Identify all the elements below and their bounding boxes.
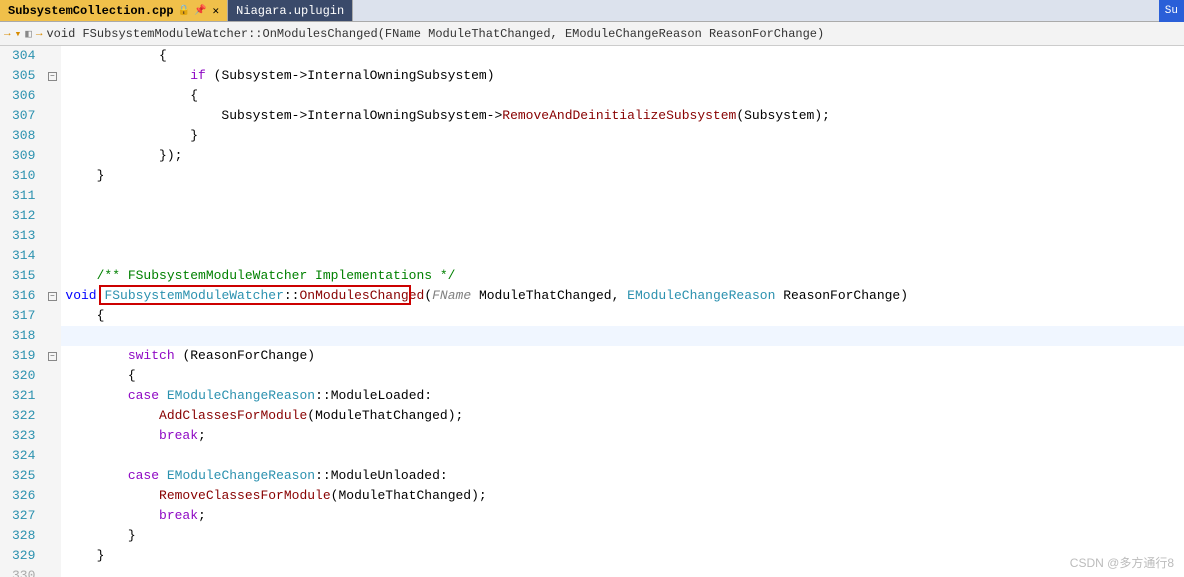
line-number: 309 — [12, 146, 35, 166]
line-number: 305 — [12, 66, 35, 86]
line-number: 311 — [12, 186, 35, 206]
line-number: 330 — [12, 566, 35, 577]
line-number: 312 — [12, 206, 35, 226]
code-line: } — [61, 166, 1184, 186]
code-area[interactable]: { if (Subsystem->InternalOwningSubsystem… — [61, 46, 1184, 577]
watermark: CSDN @多方通行8 — [1070, 554, 1174, 571]
tab-active[interactable]: SubsystemCollection.cpp 🔒 📌 ✕ — [0, 0, 228, 21]
breadcrumb[interactable]: void FSubsystemModuleWatcher::OnModulesC… — [46, 27, 824, 41]
line-number: 321 — [12, 386, 35, 406]
nav-dropdown-icon[interactable]: ▾ — [15, 27, 22, 41]
line-number: 319 — [12, 346, 35, 366]
line-number: 313 — [12, 226, 35, 246]
line-number: 322 — [12, 406, 35, 426]
fold-gutter: − − − — [43, 46, 61, 577]
code-line: switch (ReasonForChange) — [61, 346, 1184, 366]
line-number: 329 — [12, 546, 35, 566]
code-line: void FSubsystemModuleWatcher::OnModulesC… — [61, 286, 1184, 306]
code-line: { — [61, 86, 1184, 106]
tab-bar: SubsystemCollection.cpp 🔒 📌 ✕ Niagara.up… — [0, 0, 1184, 22]
code-line: { — [61, 306, 1184, 326]
fold-toggle[interactable]: − — [48, 292, 57, 301]
code-editor[interactable]: 304 305 306 307 308 309 310 311 312 313 … — [0, 46, 1184, 577]
code-line: case EModuleChangeReason::ModuleUnloaded… — [61, 466, 1184, 486]
line-number: 320 — [12, 366, 35, 386]
code-line: { — [61, 46, 1184, 66]
tab-label: SubsystemCollection.cpp — [8, 4, 174, 18]
line-number: 315 — [12, 266, 35, 286]
nav-back-icon[interactable]: → — [4, 28, 11, 40]
line-number: 326 — [12, 486, 35, 506]
code-line — [61, 246, 1184, 266]
code-line: /** FSubsystemModuleWatcher Implementati… — [61, 266, 1184, 286]
line-number: 304 — [12, 46, 35, 66]
line-number: 307 — [12, 106, 35, 126]
code-line: } — [61, 546, 1184, 566]
code-line: } — [61, 526, 1184, 546]
line-number: 328 — [12, 526, 35, 546]
line-number: 317 — [12, 306, 35, 326]
line-number: 327 — [12, 506, 35, 526]
pin-icon[interactable]: 📌 — [194, 5, 206, 17]
code-line-current — [61, 326, 1184, 346]
code-line: AddClassesForModule(ModuleThatChanged); — [61, 406, 1184, 426]
tab-inactive[interactable]: Niagara.uplugin — [228, 0, 353, 21]
line-number: 314 — [12, 246, 35, 266]
line-number: 324 — [12, 446, 35, 466]
fold-toggle[interactable]: − — [48, 72, 57, 81]
line-number: 306 — [12, 86, 35, 106]
code-line: break; — [61, 426, 1184, 446]
line-number: 318 — [12, 326, 35, 346]
line-number-gutter: 304 305 306 307 308 309 310 311 312 313 … — [0, 46, 43, 577]
line-number: 308 — [12, 126, 35, 146]
code-line: Subsystem->InternalOwningSubsystem->Remo… — [61, 106, 1184, 126]
code-line: } — [61, 126, 1184, 146]
code-line — [61, 206, 1184, 226]
code-line: break; — [61, 506, 1184, 526]
line-number: 325 — [12, 466, 35, 486]
tab-label: Niagara.uplugin — [236, 4, 344, 18]
code-line: case EModuleChangeReason::ModuleLoaded: — [61, 386, 1184, 406]
line-number: 316 — [12, 286, 35, 306]
code-line: { — [61, 366, 1184, 386]
lock-icon: 🔒 — [178, 5, 190, 17]
fold-toggle[interactable]: − — [48, 352, 57, 361]
close-icon[interactable]: ✕ — [213, 4, 220, 18]
nav-forward-icon[interactable]: → — [36, 28, 43, 40]
line-number: 323 — [12, 426, 35, 446]
code-line — [61, 186, 1184, 206]
code-line: if (Subsystem->InternalOwningSubsystem) — [61, 66, 1184, 86]
corner-badge: Su — [1159, 0, 1184, 22]
line-number: 310 — [12, 166, 35, 186]
navigation-bar: → ▾ ◧ → void FSubsystemModuleWatcher::On… — [0, 22, 1184, 46]
code-line: RemoveClassesForModule(ModuleThatChanged… — [61, 486, 1184, 506]
code-line — [61, 566, 1184, 577]
nav-split-icon[interactable]: ◧ — [25, 27, 32, 41]
code-line: }); — [61, 146, 1184, 166]
code-line — [61, 446, 1184, 466]
code-line — [61, 226, 1184, 246]
